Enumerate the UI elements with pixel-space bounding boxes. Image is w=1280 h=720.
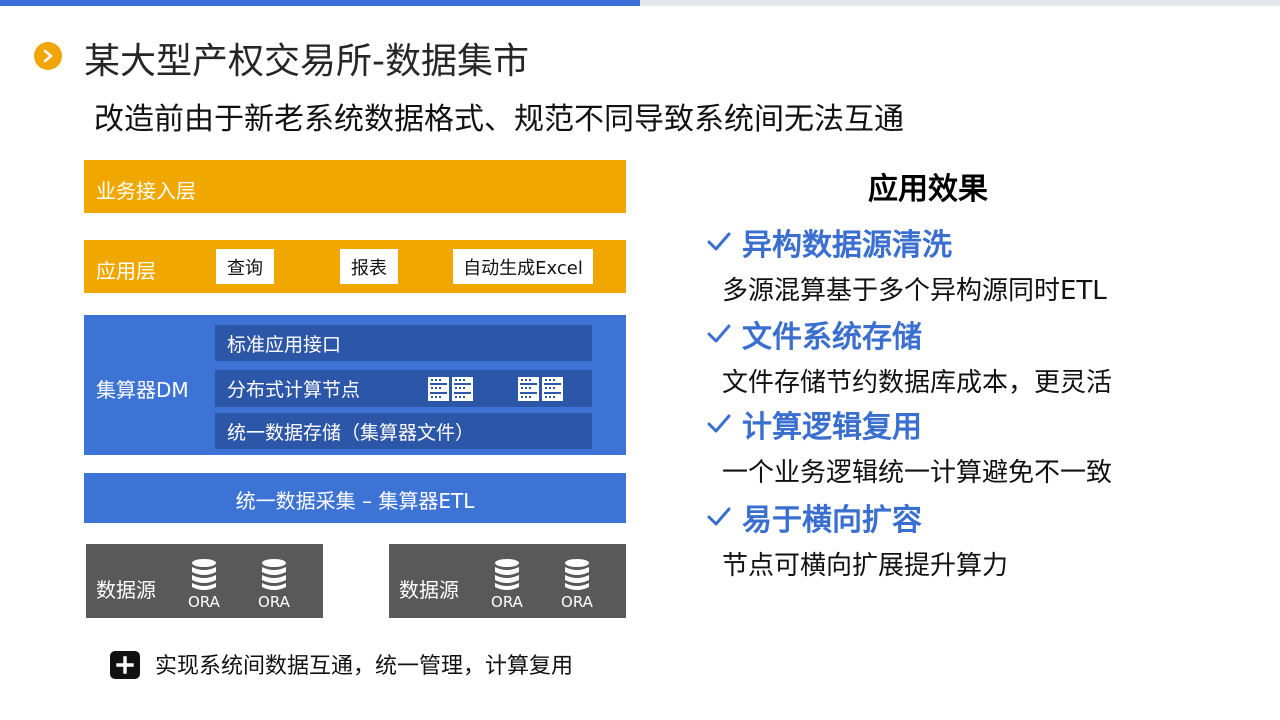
effect-item: 易于横向扩容 节点可横向扩展提升算力 (706, 497, 1266, 582)
check-icon (707, 232, 731, 251)
effect-description: 节点可横向扩展提升算力 (722, 551, 1009, 581)
database-label: ORA (258, 593, 290, 611)
effect-title: 文件系统存储 (742, 320, 922, 355)
dm-row-standard-interface: 标准应用接口 (215, 325, 592, 361)
dm-layer-label: 集算器DM (96, 378, 189, 402)
footnote: 实现系统间数据互通，统一管理，计算复用 (155, 654, 574, 679)
database-item: ORA (182, 558, 226, 611)
dm-row-label: 分布式计算节点 (227, 379, 361, 401)
database-icon (192, 559, 216, 590)
business-access-layer: 业务接入层 (84, 160, 626, 213)
dm-layer: 集算器DM 标准应用接口 分布式计算节点 统一数据存储（集算器文件） (84, 315, 626, 455)
excel-box: 自动生成Excel (453, 249, 593, 284)
effect-item: 异构数据源清洗 多源混算基于多个异构源同时ETL (706, 222, 1266, 307)
plus-icon (110, 651, 140, 679)
effect-description: 多源混算基于多个异构源同时ETL (722, 276, 1107, 306)
page-subtitle: 改造前由于新老系统数据格式、规范不同导致系统间无法互通 (94, 102, 904, 137)
database-icon (565, 559, 589, 590)
effect-item: 文件系统存储 文件存储节约数据库成本，更灵活 (706, 314, 1266, 399)
dm-row-label: 标准应用接口 (227, 333, 342, 356)
server-rack-icon (518, 377, 563, 401)
effect-title: 计算逻辑复用 (742, 410, 922, 445)
page-title: 某大型产权交易所-数据集市 (84, 41, 529, 82)
effect-title: 易于横向扩容 (742, 503, 922, 538)
database-icon (262, 559, 286, 590)
etl-layer-label: 统一数据采集 – 集算器ETL (235, 489, 475, 513)
dm-row-compute-nodes: 分布式计算节点 (215, 370, 592, 407)
server-rack-icon (428, 377, 473, 401)
effect-title: 异构数据源清洗 (742, 228, 952, 263)
data-source-label: 数据源 (96, 578, 156, 602)
report-box: 报表 (340, 249, 398, 284)
top-accent-bar (0, 0, 640, 6)
query-box: 查询 (216, 249, 274, 284)
database-icon (495, 559, 519, 590)
database-item: ORA (485, 558, 529, 611)
check-icon (707, 414, 731, 433)
application-layer: 应用层 查询 报表 自动生成Excel (84, 240, 626, 293)
data-source-box: 数据源 ORA ORA (86, 544, 323, 618)
effect-description: 文件存储节约数据库成本，更灵活 (722, 368, 1113, 398)
top-gray-bar (640, 0, 1280, 6)
effect-description: 一个业务逻辑统一计算避免不一致 (722, 458, 1113, 488)
effects-heading: 应用效果 (868, 172, 988, 207)
database-item: ORA (252, 558, 296, 611)
chevron-right-icon (34, 42, 62, 70)
database-label: ORA (561, 593, 593, 611)
app-layer-label: 应用层 (96, 259, 156, 283)
database-label: ORA (188, 593, 220, 611)
business-layer-label: 业务接入层 (96, 179, 196, 203)
dm-row-unified-storage: 统一数据存储（集算器文件） (215, 413, 592, 449)
database-label: ORA (491, 593, 523, 611)
etl-layer: 统一数据采集 – 集算器ETL (84, 473, 626, 523)
dm-row-label: 统一数据存储（集算器文件） (227, 421, 475, 444)
check-icon (707, 324, 731, 343)
effect-item: 计算逻辑复用 一个业务逻辑统一计算避免不一致 (706, 404, 1266, 489)
data-source-label: 数据源 (399, 578, 459, 602)
data-source-box: 数据源 ORA ORA (389, 544, 626, 618)
database-item: ORA (555, 558, 599, 611)
check-icon (707, 507, 731, 526)
